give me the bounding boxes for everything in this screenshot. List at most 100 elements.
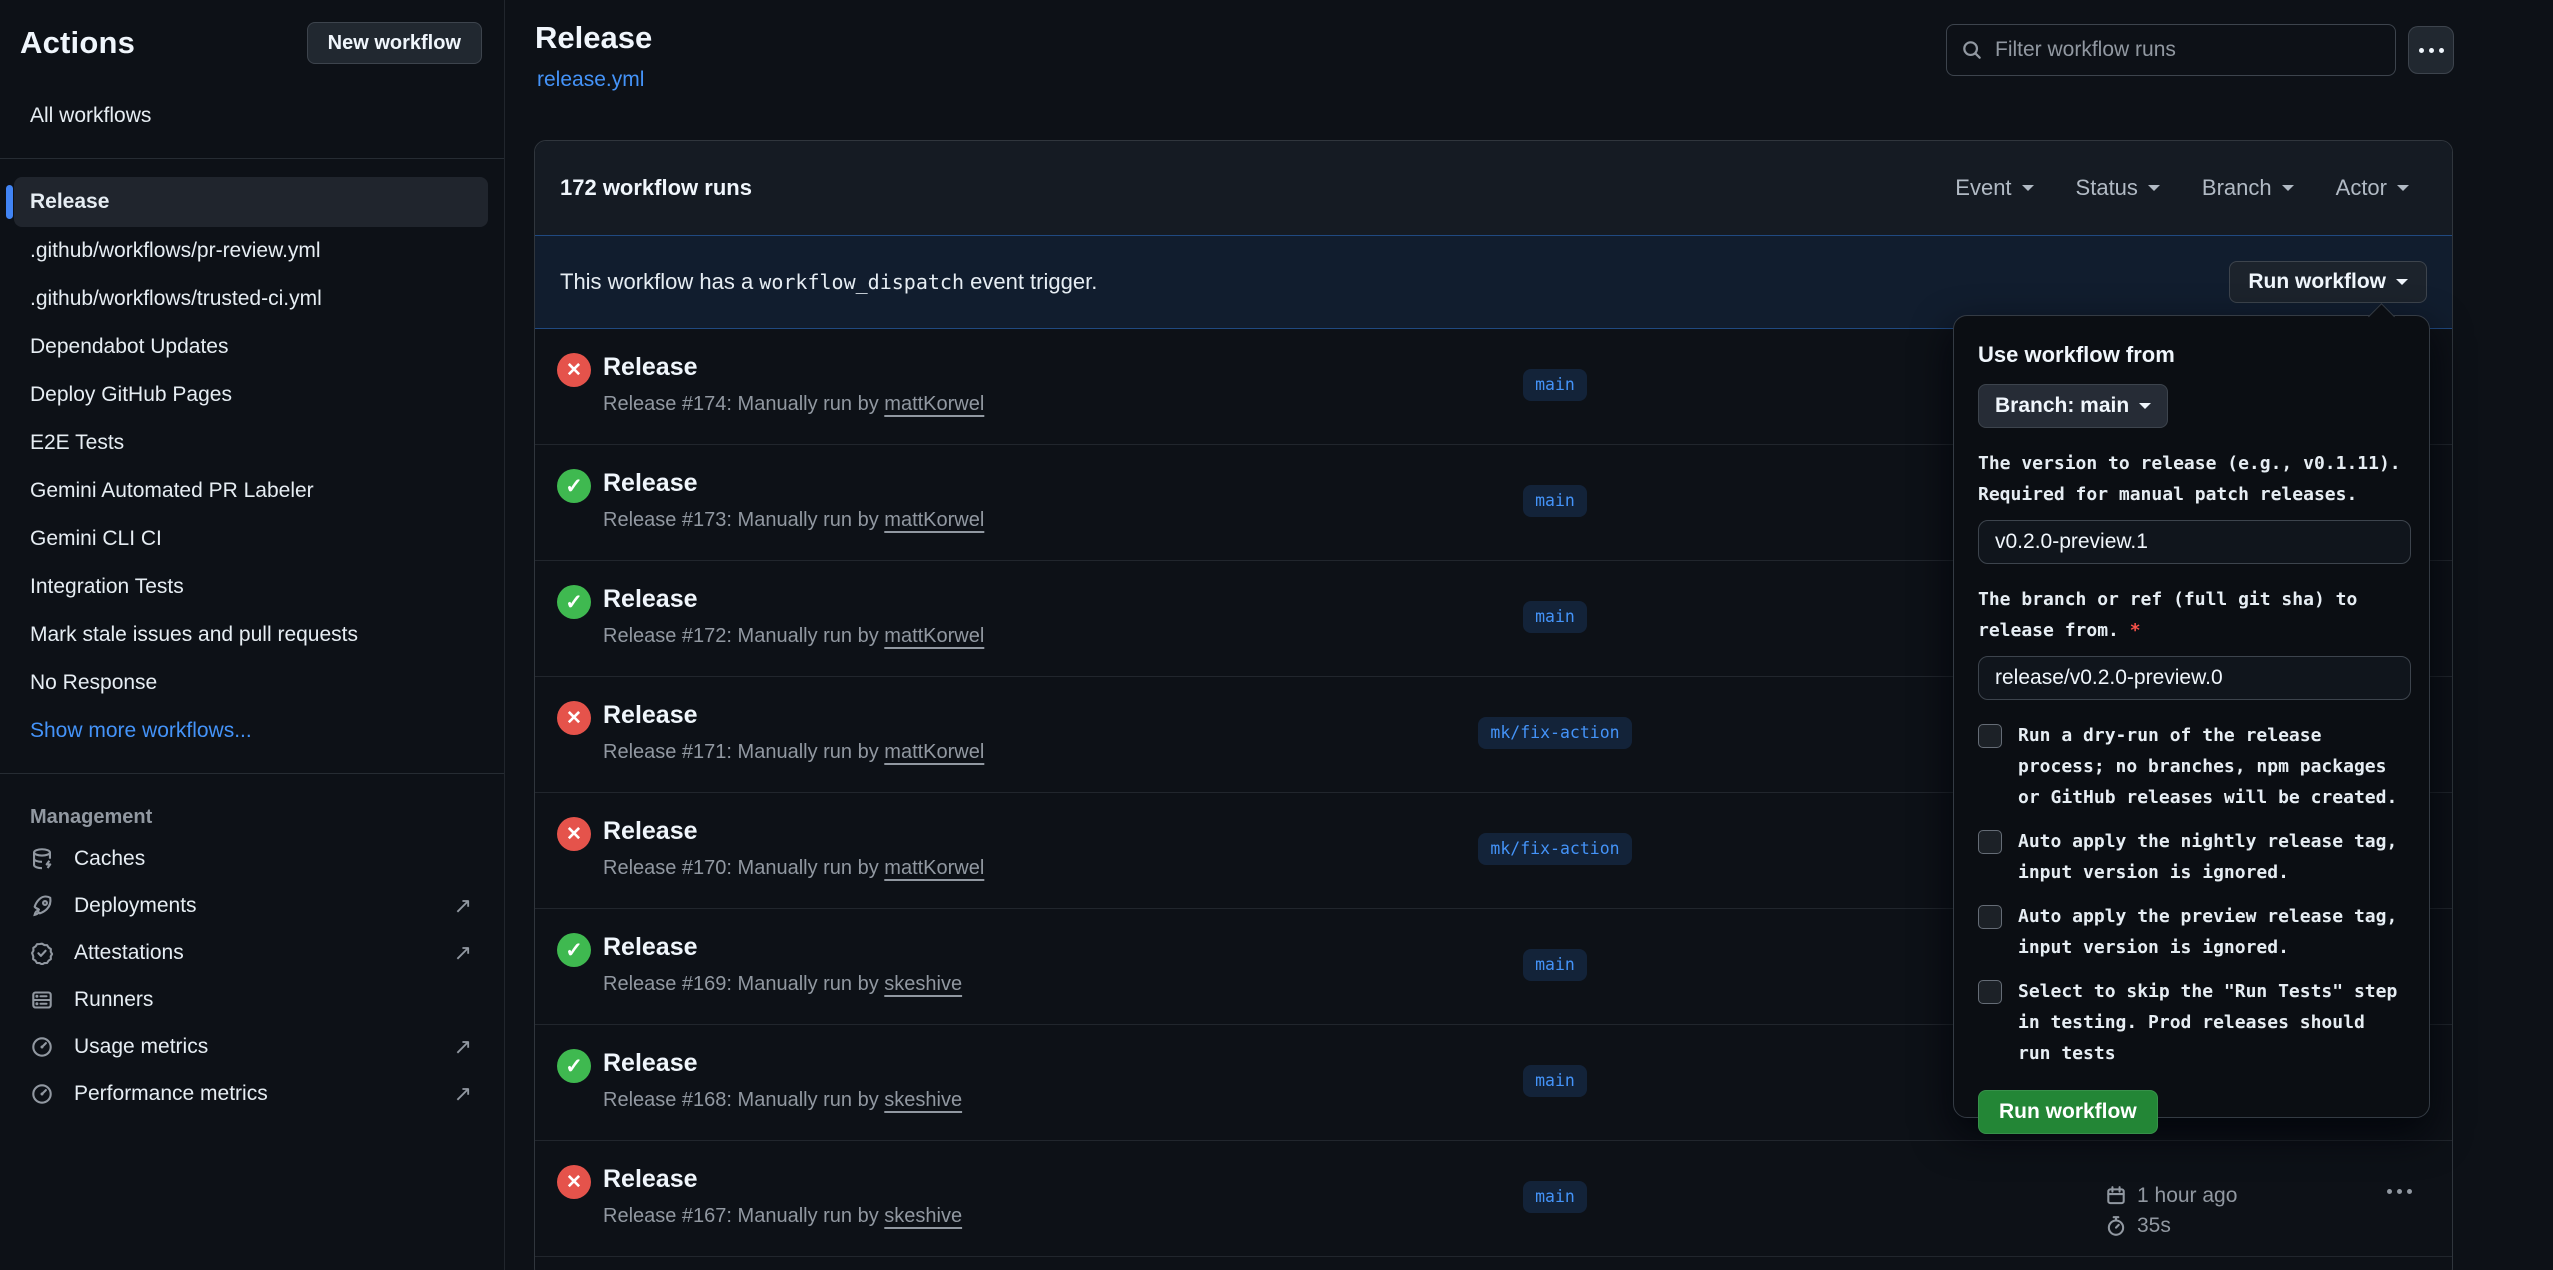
run-meta: 1 hour ago 35s bbox=[2105, 1181, 2237, 1241]
workflow-file-link[interactable]: release.yml bbox=[537, 68, 644, 92]
checkbox-label[interactable]: Auto apply the nightly release tag, inpu… bbox=[2018, 826, 2407, 888]
checkbox-label[interactable]: Auto apply the preview release tag, inpu… bbox=[2018, 901, 2407, 963]
version-input[interactable] bbox=[1978, 520, 2411, 564]
filter-label: Actor bbox=[2336, 175, 2387, 201]
filter-label: Status bbox=[2076, 175, 2138, 201]
actor-link[interactable]: mattKorwel bbox=[884, 741, 984, 763]
nightly-tag-checkbox-row: Auto apply the nightly release tag, inpu… bbox=[1978, 826, 2407, 888]
chevron-down-icon bbox=[2148, 185, 2160, 197]
actor-link[interactable]: skeshive bbox=[884, 1205, 962, 1227]
sidebar-item-e2e-tests[interactable]: E2E Tests bbox=[14, 419, 488, 467]
sidebar-item-runners[interactable]: Runners bbox=[14, 976, 488, 1023]
workflow-options-kebab-button[interactable] bbox=[2408, 26, 2454, 74]
run-title[interactable]: Release bbox=[603, 469, 698, 498]
branch-select-label: Branch: main bbox=[1995, 394, 2129, 418]
external-link-icon: ↗ bbox=[454, 940, 472, 966]
run-status-failure-icon bbox=[557, 1165, 591, 1199]
search-icon bbox=[1961, 39, 1983, 61]
branch-badge[interactable]: mk/fix-action bbox=[1478, 833, 1631, 865]
sidebar-item-deployments[interactable]: Deployments ↗ bbox=[14, 882, 488, 929]
run-title[interactable]: Release bbox=[603, 585, 698, 614]
actor-filter-dropdown[interactable]: Actor bbox=[2336, 175, 2409, 201]
sidebar-item-release[interactable]: Release bbox=[14, 177, 488, 227]
chevron-down-icon bbox=[2397, 185, 2409, 197]
sidebar-item-integration-tests[interactable]: Integration Tests bbox=[14, 563, 488, 611]
sidebar-item-performance-metrics[interactable]: Performance metrics ↗ bbox=[14, 1070, 488, 1117]
preview-tag-checkbox[interactable] bbox=[1978, 905, 2002, 929]
run-title[interactable]: Release bbox=[603, 817, 698, 846]
sidebar-item-gemini-pr-labeler[interactable]: Gemini Automated PR Labeler bbox=[14, 467, 488, 515]
external-link-icon: ↗ bbox=[454, 1034, 472, 1060]
run-workflow-submit-button[interactable]: Run workflow bbox=[1978, 1090, 2158, 1134]
checkbox-label[interactable]: Select to skip the "Run Tests" step in t… bbox=[2018, 976, 2407, 1069]
external-link-icon: ↗ bbox=[454, 1081, 472, 1107]
run-options-kebab-button[interactable] bbox=[2387, 1189, 2412, 1194]
branch-select-button[interactable]: Branch: main bbox=[1978, 384, 2168, 428]
new-workflow-button[interactable]: New workflow bbox=[307, 22, 482, 64]
external-link-icon: ↗ bbox=[454, 893, 472, 919]
sidebar-item-pr-review[interactable]: .github/workflows/pr-review.yml bbox=[14, 227, 488, 275]
kebab-icon bbox=[2387, 1189, 2412, 1194]
sidebar-item-deploy-github-pages[interactable]: Deploy GitHub Pages bbox=[14, 371, 488, 419]
management-section-label: Management bbox=[0, 792, 504, 835]
branch-filter-dropdown[interactable]: Branch bbox=[2202, 175, 2294, 201]
checkbox-label[interactable]: Run a dry-run of the release process; no… bbox=[2018, 720, 2407, 813]
actor-link[interactable]: mattKorwel bbox=[884, 393, 984, 415]
sidebar-item-mark-stale[interactable]: Mark stale issues and pull requests bbox=[14, 611, 488, 659]
run-workflow-popover: Use workflow from Branch: main The versi… bbox=[1953, 315, 2430, 1118]
actor-link[interactable]: mattKorwel bbox=[884, 857, 984, 879]
actor-link[interactable]: skeshive bbox=[884, 973, 962, 995]
skip-tests-checkbox-row: Select to skip the "Run Tests" step in t… bbox=[1978, 976, 2407, 1069]
run-title[interactable]: Release bbox=[603, 353, 698, 382]
branch-badge[interactable]: main bbox=[1523, 1065, 1587, 1097]
run-subtitle: Release #170: Manually run by mattKorwel bbox=[603, 857, 984, 880]
nightly-tag-checkbox[interactable] bbox=[1978, 830, 2002, 854]
skip-tests-checkbox[interactable] bbox=[1978, 980, 2002, 1004]
run-workflow-dropdown-button[interactable]: Run workflow bbox=[2229, 261, 2427, 303]
branch-badge[interactable]: main bbox=[1523, 949, 1587, 981]
filter-workflow-runs-input[interactable] bbox=[1995, 38, 2381, 62]
workflow-run-row[interactable] bbox=[535, 1257, 2452, 1270]
sidebar-item-no-response[interactable]: No Response bbox=[14, 659, 488, 707]
dry-run-checkbox[interactable] bbox=[1978, 724, 2002, 748]
run-subtitle: Release #174: Manually run by mattKorwel bbox=[603, 393, 984, 416]
sidebar-item-gemini-cli-ci[interactable]: Gemini CLI CI bbox=[14, 515, 488, 563]
sidebar-title: Actions bbox=[20, 25, 135, 61]
actor-link[interactable]: mattKorwel bbox=[884, 509, 984, 531]
runs-list-header: 172 workflow runs Event Status Branch Ac… bbox=[535, 141, 2452, 235]
sidebar-item-trusted-ci[interactable]: .github/workflows/trusted-ci.yml bbox=[14, 275, 488, 323]
sidebar-item-label: Runners bbox=[74, 988, 472, 1012]
run-title[interactable]: Release bbox=[603, 701, 698, 730]
run-status-success-icon bbox=[557, 1049, 591, 1083]
run-title[interactable]: Release bbox=[603, 1165, 698, 1194]
event-filter-dropdown[interactable]: Event bbox=[1955, 175, 2033, 201]
run-title[interactable]: Release bbox=[603, 933, 698, 962]
sidebar-item-all-workflows[interactable]: All workflows bbox=[14, 92, 488, 140]
gauge-icon bbox=[30, 1035, 54, 1059]
ref-input[interactable] bbox=[1978, 656, 2411, 700]
status-filter-dropdown[interactable]: Status bbox=[2076, 175, 2160, 201]
banner-text: This workflow has a workflow_dispatch ev… bbox=[560, 269, 1097, 295]
workflow-run-row[interactable]: Release Release #167: Manually run by sk… bbox=[535, 1141, 2452, 1257]
show-more-workflows-link[interactable]: Show more workflows... bbox=[14, 707, 488, 755]
run-time: 1 hour ago bbox=[2137, 1184, 2237, 1208]
run-title[interactable]: Release bbox=[603, 1049, 698, 1078]
sidebar-item-caches[interactable]: Caches bbox=[14, 835, 488, 882]
branch-badge[interactable]: main bbox=[1523, 1181, 1587, 1213]
chevron-down-icon bbox=[2022, 185, 2034, 197]
version-input-description: The version to release (e.g., v0.1.11). … bbox=[1978, 448, 2407, 510]
branch-badge[interactable]: main bbox=[1523, 369, 1587, 401]
filter-runs-field bbox=[1946, 24, 2396, 76]
sidebar-item-dependabot-updates[interactable]: Dependabot Updates bbox=[14, 323, 488, 371]
actor-link[interactable]: mattKorwel bbox=[884, 625, 984, 647]
chevron-down-icon bbox=[2396, 279, 2408, 291]
branch-badge[interactable]: mk/fix-action bbox=[1478, 717, 1631, 749]
sidebar-item-usage-metrics[interactable]: Usage metrics ↗ bbox=[14, 1023, 488, 1070]
branch-badge[interactable]: main bbox=[1523, 601, 1587, 633]
sidebar-item-attestations[interactable]: Attestations ↗ bbox=[14, 929, 488, 976]
run-status-failure-icon bbox=[557, 353, 591, 387]
actor-link[interactable]: skeshive bbox=[884, 1089, 962, 1111]
branch-badge[interactable]: main bbox=[1523, 485, 1587, 517]
run-status-success-icon bbox=[557, 469, 591, 503]
workflow-dispatch-code: workflow_dispatch bbox=[759, 270, 964, 294]
